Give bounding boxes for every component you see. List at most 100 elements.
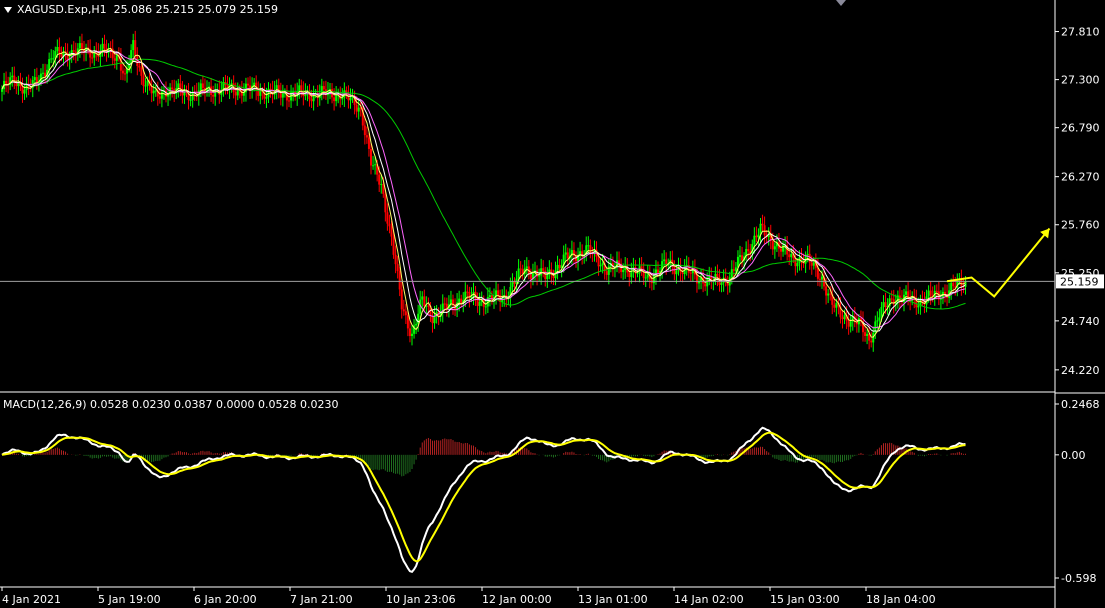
candle-body [78, 43, 81, 49]
candle-body [566, 252, 569, 259]
candle-body [341, 97, 344, 100]
candle-body [11, 75, 14, 78]
candle-body [950, 282, 953, 291]
candle-body [884, 302, 887, 308]
candle-body [833, 304, 836, 308]
candle-body [408, 328, 411, 337]
macd-line [1, 426, 966, 573]
candle-body [300, 85, 303, 91]
candle-body [755, 235, 758, 238]
price-pane: 27.81027.30026.79026.27025.76025.25024.7… [0, 0, 1105, 608]
candle-body [380, 184, 383, 186]
candle-body [878, 317, 881, 321]
candle-body [406, 315, 409, 329]
candlestick-series [1, 30, 967, 352]
macd-axis-ticks: 0.2468 0.00 -0.598 [1055, 398, 1100, 585]
candle-body [167, 95, 170, 97]
candle-body [21, 86, 24, 94]
candle-body [636, 273, 639, 275]
candle-body [431, 316, 434, 324]
candle-body [390, 226, 393, 237]
candle-body [673, 266, 676, 275]
candle-body [35, 77, 38, 83]
candle-body [720, 282, 723, 285]
candle-body [587, 245, 590, 247]
candle-body [929, 290, 932, 296]
candle-body [140, 67, 143, 76]
candle-body [790, 254, 793, 258]
candle-body [402, 309, 405, 312]
time-tick-label: 15 Jan 03:00 [770, 593, 840, 606]
price-tick-label: 25.760 [1061, 219, 1100, 232]
candle-body [917, 305, 920, 308]
candle-body [259, 91, 262, 96]
ma-mid-line [1, 50, 966, 329]
candle-body [411, 333, 413, 337]
candle-body [152, 90, 155, 94]
time-tick-label: 18 Jan 04:00 [866, 593, 936, 606]
ohlc-values: 25.086 25.215 25.079 25.159 [113, 3, 279, 16]
candle-body [398, 271, 401, 290]
time-tick-label: 10 Jan 23:06 [386, 593, 456, 606]
chart-shift-marker-icon[interactable] [836, 0, 846, 6]
time-tick-label: 7 Jan 21:00 [290, 593, 353, 606]
candle-body [15, 83, 18, 87]
price-tick-label: 27.810 [1061, 26, 1100, 39]
candle-body [322, 86, 325, 90]
candle-body [542, 268, 545, 271]
ma-white-line [1, 49, 966, 332]
candle-body [601, 263, 604, 266]
candle-body [806, 253, 809, 256]
candle-body [808, 253, 811, 263]
candle-body [753, 235, 756, 245]
candle-body [511, 281, 514, 287]
candle-body [718, 276, 721, 285]
candle-body [538, 275, 541, 277]
candle-body [60, 53, 63, 57]
candle-body [144, 85, 147, 87]
candle-body [349, 97, 352, 101]
candle-body [367, 137, 370, 149]
candle-body [42, 72, 44, 74]
candle-body [646, 274, 649, 278]
candle-body [732, 269, 735, 271]
candle-body [154, 90, 157, 92]
candle-body [927, 290, 930, 297]
candle-body [48, 59, 51, 70]
candle-body [939, 298, 942, 300]
candle-body [821, 276, 823, 280]
candle-body [827, 293, 830, 296]
candle-body [599, 265, 602, 267]
candle-body [880, 306, 883, 318]
candle-body [160, 91, 163, 99]
candle-body [484, 306, 487, 308]
candle-body [189, 99, 192, 101]
time-tick-label: 12 Jan 00:00 [482, 593, 552, 606]
candle-body [288, 100, 290, 102]
candle-body [404, 311, 407, 316]
macd-header: MACD(12,26,9) 0.0528 0.0230 0.0387 0.000… [3, 398, 339, 411]
candle-body [265, 97, 268, 99]
candle-body [540, 268, 543, 276]
candle-body [257, 90, 260, 96]
candle-body [365, 135, 368, 138]
candle-body [876, 320, 879, 322]
candle-body [142, 75, 145, 86]
candle-body [952, 282, 955, 287]
candle-body [488, 295, 491, 298]
candle-body [825, 286, 828, 296]
time-tick-label: 6 Jan 20:00 [194, 593, 257, 606]
candle-body [757, 234, 760, 238]
candle-body [392, 236, 395, 255]
candle-body [517, 268, 520, 279]
price-axis-ticks: 27.81027.30026.79026.27025.76025.25024.7… [1055, 26, 1100, 377]
candle-body [841, 317, 844, 320]
candle-body [794, 258, 797, 267]
candle-body [52, 58, 55, 60]
chart-menu-triangle-icon[interactable] [4, 7, 12, 13]
candle-body [716, 273, 719, 277]
candle-body [657, 269, 659, 273]
macd-lines [1, 426, 966, 573]
candle-body [460, 298, 463, 304]
price-tick-label: 26.270 [1061, 171, 1100, 184]
